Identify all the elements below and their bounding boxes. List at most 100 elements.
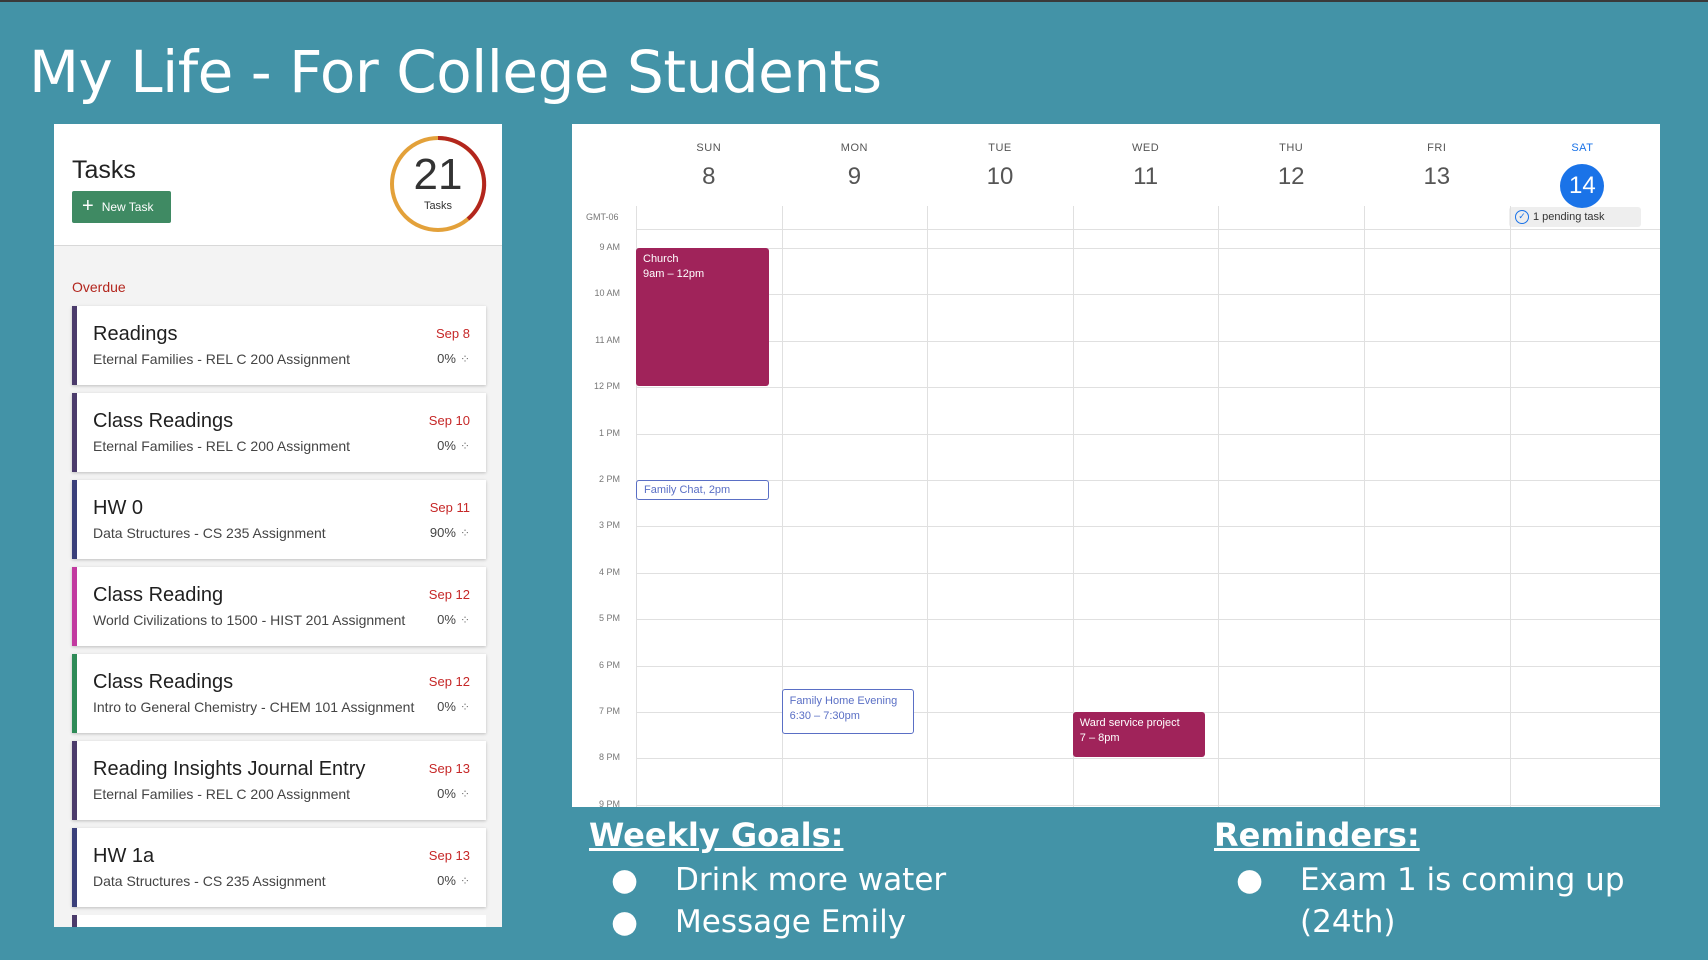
day-number: 12 [1218,163,1364,191]
event-title: Family Chat [644,484,703,496]
hour-label: 3 PM [598,520,620,531]
task-course: Eternal Families - REL C 200 Assignment [93,786,351,802]
hour-gridline [636,248,1660,249]
day-name: FRI [1427,142,1447,154]
day-number-value: 11 [1133,163,1159,190]
progress-spinner-icon: ⁘ [459,873,470,888]
hour-label: 8 PM [598,752,620,763]
hour-label: 4 PM [598,566,620,577]
week-calendar: GMT-06 ✓ 1 pending task SUN 8 MON 9 TUE 10 WED… [572,124,1660,807]
day-number-value: 8 [702,163,716,190]
task-progress-value: 90% [429,525,456,540]
day-column-divider [1218,206,1220,807]
hour-label: 2 PM [598,474,620,484]
progress-spinner-icon: ⁘ [459,351,470,366]
day-header-tue[interactable]: TUE 10 [927,124,1073,191]
task-name: HW 1a [93,845,155,867]
task-course: Eternal Families - REL C 200 Assignment [93,438,351,454]
pending-task-chip[interactable]: ✓ 1 pending task [1509,207,1641,227]
day-name: WED [1132,142,1160,154]
hour-label: 9 PM [598,798,620,807]
hour-gridline [636,665,1660,667]
task-card[interactable]: HW 0 Data Structures - CS 235 Assignment S… [72,480,486,559]
check-circle-icon: ✓ [1515,210,1529,224]
day-header-sun[interactable]: SUN 8 [636,124,782,191]
event-time: 6:30 – 7:30pm [789,709,860,722]
day-header-mon[interactable]: MON 9 [782,124,928,191]
day-name: MON [840,142,868,154]
progress-spinner-icon: ⁘ [459,786,470,801]
timezone-label: GMT-06 [586,212,619,222]
day-number: 10 [927,163,1073,191]
task-progress: 0% ⁘ [437,699,470,714]
task-progress-value: 0% [437,612,456,627]
hour-label: 11 AM [595,334,620,345]
goal-text: Drink more water [675,862,947,898]
task-card-partial[interactable] [72,915,486,927]
day-number: 13 [1364,163,1510,191]
hour-gridline [636,294,1660,296]
reminder-text: Exam 1 is coming up [1300,862,1625,898]
task-card[interactable]: Class Readings Intro to General Chemistry… [72,654,486,733]
new-task-button[interactable]: + New Task [72,191,171,223]
task-progress: 90% ⁘ [430,525,470,540]
day-header-thu[interactable]: THU 12 [1218,124,1364,191]
task-progress-value: 0% [437,438,456,453]
day-number: 8 [636,163,782,191]
task-progress: 0% ⁘ [437,351,470,366]
hour-gridline [636,804,1660,806]
day-name: TUE [988,142,1012,154]
task-course: World Civilizations to 1500 - HIST 201 A… [93,612,406,628]
task-progress: 0% ⁘ [437,612,470,627]
hour-label: 9 AM [599,242,620,252]
hour-gridline [636,433,1660,435]
day-header-fri[interactable]: FRI 13 [1364,124,1510,191]
task-card[interactable]: Readings Eternal Families - REL C 200 Ass… [72,306,486,385]
bullet-icon: ● [611,862,639,898]
hour-label: 1 PM [598,427,620,438]
day-header-wed[interactable]: WED 11 [1073,124,1219,191]
today-number: 14 [1560,164,1605,208]
task-progress: 0% ⁘ [437,786,470,801]
task-card[interactable]: Reading Insights Journal Entry Eternal Fa… [72,741,486,820]
calendar-event[interactable]: Family Home Evening 6:30 – 7:30pm [781,688,915,735]
task-due-date: Sep 12 [428,674,470,689]
slide-title: My Life - For College Students [29,38,882,106]
task-course: Eternal Families - REL C 200 Assignment [93,351,351,367]
task-card[interactable]: Class Reading World Civilizations to 1500… [72,567,486,646]
task-name: Class Readings [93,671,234,693]
day-name: SAT [1571,142,1594,154]
hour-label: 12 PM [593,381,620,392]
event-time: 7 – 8pm [1079,732,1120,744]
event-title: Ward service project [1079,717,1180,729]
task-count-label: Tasks [423,200,453,212]
hour-gridline [636,480,1660,481]
day-header-sat[interactable]: SAT 14 [1510,124,1656,208]
day-column-divider [1364,206,1365,807]
calendar-event[interactable]: Church 9am – 12pm [636,248,769,387]
day-number-value: 13 [1423,163,1451,190]
task-name: Class Reading [93,584,224,606]
task-progress-value: 0% [437,873,456,888]
day-name: SUN [696,142,722,154]
task-name: Class Readings [93,410,234,432]
hour-label: 7 PM [598,706,620,716]
task-card[interactable]: Class Readings Eternal Families - REL C 2… [72,393,486,472]
calendar-event[interactable]: Family Chat, 2pm [636,480,769,500]
day-number: 9 [782,163,928,191]
calendar-event[interactable]: Ward service project 7 – 8pm [1072,712,1206,758]
hour-gridline [636,340,1660,342]
pending-task-label: 1 pending task [1533,211,1605,223]
bullet-icon: ● [1236,862,1264,898]
day-column-divider [1509,206,1511,807]
task-count: 21 [413,150,463,199]
task-progress-value: 0% [437,786,456,801]
task-progress: 0% ⁘ [437,438,470,453]
hour-gridline [636,572,1660,574]
task-progress-value: 0% [437,351,456,366]
hour-gridline [636,387,1660,389]
task-due-date: Sep 12 [428,587,470,602]
task-card[interactable]: HW 1a Data Structures - CS 235 Assignment… [72,828,486,907]
reminder-text-continued: (24th) [1300,904,1396,940]
task-name: Readings [93,323,178,345]
